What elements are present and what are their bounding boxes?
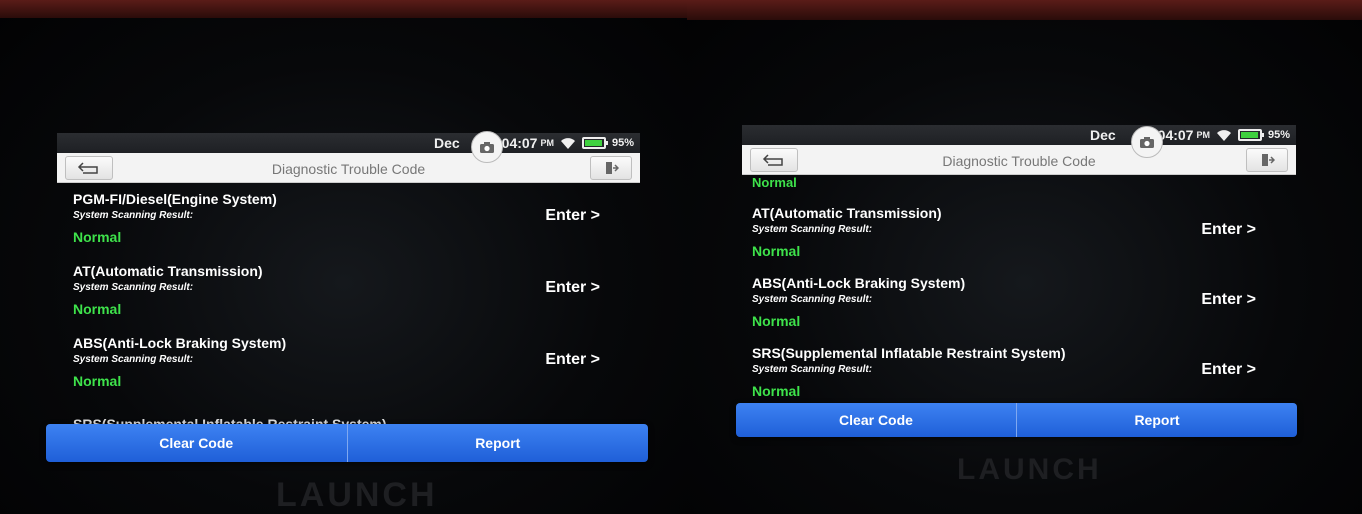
- exit-button[interactable]: [590, 156, 632, 180]
- scan-result-label: System Scanning Result:: [752, 294, 873, 305]
- header-bar: Diagnostic Trouble Code: [742, 145, 1296, 175]
- scan-result-label: System Scanning Result:: [752, 364, 873, 375]
- left-screen: Dec 04:07 PM 95% Diagnostic Trouble Code…: [57, 133, 640, 433]
- exit-icon: [606, 162, 619, 174]
- system-name: AT(Automatic Transmission): [73, 263, 263, 279]
- system-row[interactable]: ABS(Anti-Lock Braking System) System Sca…: [742, 271, 1296, 341]
- scan-results-list: Normal AT(Automatic Transmission) System…: [742, 175, 1296, 411]
- system-row[interactable]: ABS(Anti-Lock Braking System) System Sca…: [57, 331, 640, 403]
- enter-button[interactable]: Enter >: [1201, 221, 1256, 239]
- clear-code-button[interactable]: Clear Code: [736, 403, 1016, 437]
- action-bar: Clear Code Report: [736, 403, 1297, 437]
- exit-button[interactable]: [1246, 148, 1288, 172]
- status-date: Dec: [433, 135, 460, 151]
- exit-icon: [1262, 154, 1275, 166]
- status-ampm: PM: [540, 138, 554, 148]
- screenshot-camera-button[interactable]: [1131, 126, 1163, 158]
- clear-code-button[interactable]: Clear Code: [46, 424, 347, 462]
- system-row[interactable]: SRS(Supplemental Inflatable Restraint Sy…: [742, 341, 1296, 411]
- report-button[interactable]: Report: [348, 424, 649, 462]
- battery-icon: [581, 137, 608, 149]
- status-battery: 95%: [1267, 129, 1290, 141]
- page-title: Diagnostic Trouble Code: [271, 161, 426, 177]
- enter-button[interactable]: Enter >: [1201, 291, 1256, 309]
- scan-result-label: System Scanning Result:: [73, 282, 194, 293]
- scan-result-value: Normal: [73, 301, 122, 317]
- right-photo: Dec 04:07 PM 95% Diagnostic Trouble Code…: [687, 0, 1362, 514]
- status-battery: 95%: [611, 137, 634, 149]
- system-row[interactable]: PGM-FI/Diesel(Engine System) System Scan…: [57, 187, 640, 259]
- screenshot-camera-button[interactable]: [471, 131, 503, 163]
- header-bar: Diagnostic Trouble Code: [57, 153, 640, 183]
- scan-result-value: Normal: [73, 373, 122, 389]
- enter-button[interactable]: Enter >: [545, 279, 600, 297]
- system-name: PGM-FI/Diesel(Engine System): [73, 191, 277, 207]
- scan-result-value: Normal: [73, 229, 122, 245]
- system-name: ABS(Anti-Lock Braking System): [73, 335, 287, 351]
- status-time: 04:07: [1157, 127, 1194, 143]
- action-bar: Clear Code Report: [46, 424, 648, 462]
- battery-icon: [1237, 129, 1264, 141]
- scan-result-label: System Scanning Result:: [73, 210, 194, 221]
- scan-result-value: Normal: [752, 243, 801, 259]
- scan-result-value: Normal: [752, 313, 801, 329]
- status-ampm: PM: [1196, 130, 1210, 140]
- enter-button[interactable]: Enter >: [545, 207, 600, 225]
- enter-button[interactable]: Enter >: [545, 351, 600, 369]
- wifi-icon: [560, 137, 575, 149]
- status-time: 04:07: [501, 135, 538, 151]
- enter-button[interactable]: Enter >: [1201, 361, 1256, 379]
- scan-result-label: System Scanning Result:: [73, 354, 194, 365]
- scan-result-value: Normal: [752, 383, 801, 399]
- camera-icon: [1140, 136, 1154, 148]
- wifi-icon: [1216, 129, 1231, 141]
- page-title: Diagnostic Trouble Code: [942, 153, 1096, 169]
- status-date: Dec: [1089, 127, 1116, 143]
- system-name: ABS(Anti-Lock Braking System): [752, 275, 966, 291]
- system-row[interactable]: AT(Automatic Transmission) System Scanni…: [57, 259, 640, 331]
- launch-logo: LAUNCH: [957, 453, 1102, 486]
- scan-result-value: Normal: [752, 175, 797, 190]
- status-bar: Dec 04:07 PM 95%: [57, 133, 640, 153]
- right-screen: Dec 04:07 PM 95% Diagnostic Trouble Code…: [742, 125, 1296, 411]
- launch-logo: LAUNCH: [276, 476, 438, 514]
- system-name: SRS(Supplemental Inflatable Restraint Sy…: [752, 345, 1066, 361]
- camera-icon: [480, 141, 494, 153]
- report-button[interactable]: Report: [1017, 403, 1297, 437]
- scan-result-label: System Scanning Result:: [752, 224, 873, 235]
- status-bar: Dec 04:07 PM 95%: [742, 125, 1296, 145]
- left-photo: Dec 04:07 PM 95% Diagnostic Trouble Code…: [0, 0, 687, 514]
- system-row[interactable]: AT(Automatic Transmission) System Scanni…: [742, 201, 1296, 271]
- scan-results-list: PGM-FI/Diesel(Engine System) System Scan…: [57, 183, 640, 433]
- system-name: AT(Automatic Transmission): [752, 205, 942, 221]
